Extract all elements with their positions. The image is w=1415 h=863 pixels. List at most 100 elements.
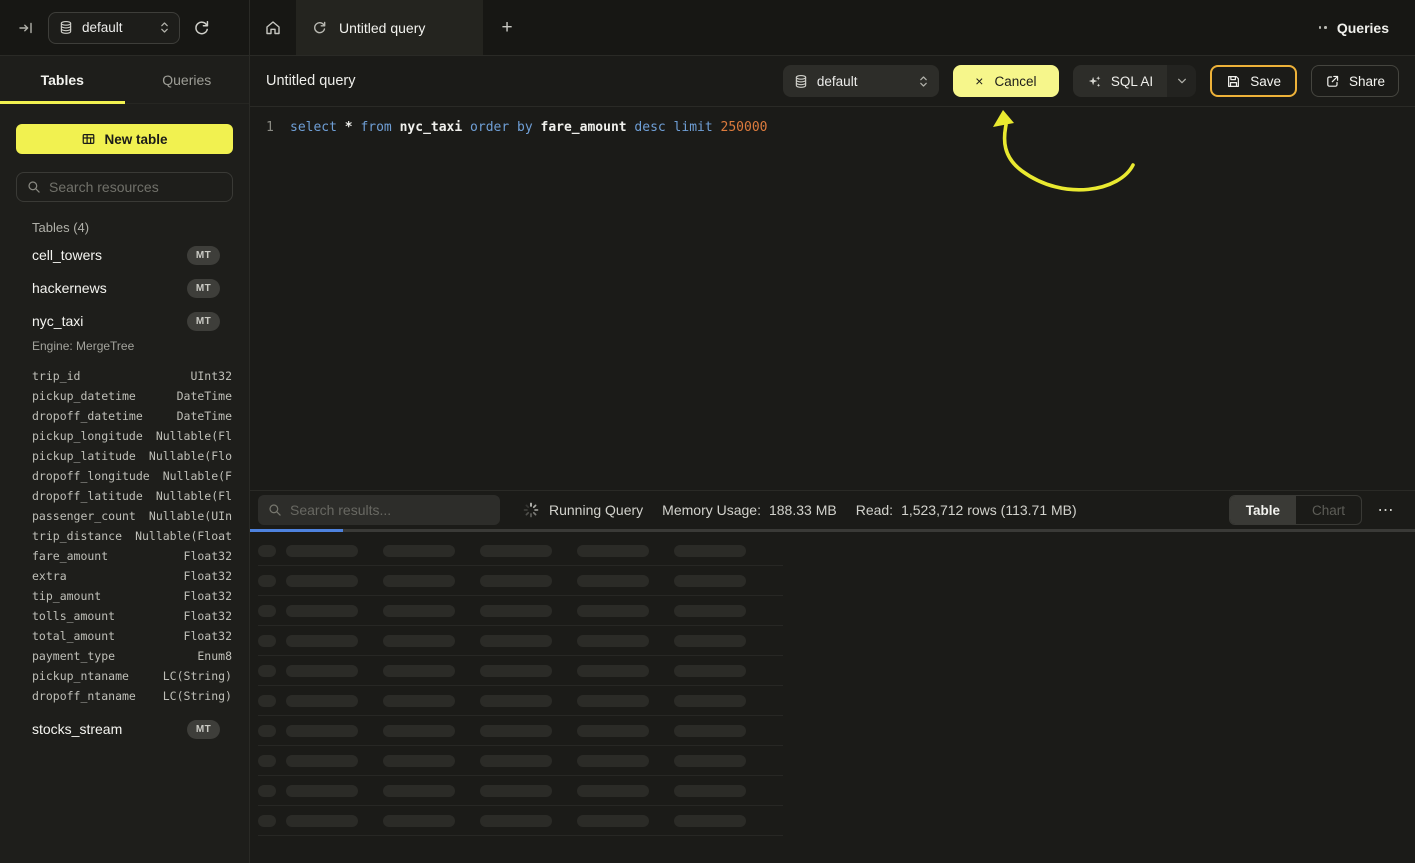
skeleton-row bbox=[258, 806, 783, 836]
skeleton-row bbox=[258, 596, 783, 626]
results-more-button[interactable]: ⋯ bbox=[1373, 500, 1399, 520]
query-progress-bar bbox=[250, 529, 1415, 533]
column-name: extra bbox=[32, 569, 67, 583]
skeleton-cell-small bbox=[258, 665, 276, 677]
mergetree-badge: MT bbox=[187, 246, 220, 265]
results-header: Running Query Memory Usage: 188.33 MB Re… bbox=[250, 490, 1415, 529]
skeleton-cell bbox=[383, 575, 455, 587]
query-status: Running Query bbox=[549, 502, 643, 518]
skeleton-row bbox=[258, 746, 783, 776]
skeleton-cell-small bbox=[258, 785, 276, 797]
skeleton-cell bbox=[383, 755, 455, 767]
column-row: passenger_countNullable(UIn bbox=[32, 506, 232, 526]
database-selector[interactable]: default bbox=[783, 65, 939, 97]
column-name: total_amount bbox=[32, 629, 115, 643]
column-row: pickup_latitudeNullable(Flo bbox=[32, 446, 232, 466]
memory-usage-label: Memory Usage: bbox=[662, 502, 761, 518]
refresh-button[interactable] bbox=[193, 19, 210, 36]
query-toolbar: Untitled query default × Cancel SQL AI bbox=[250, 56, 1415, 107]
column-name: pickup_latitude bbox=[32, 449, 136, 463]
skeleton-cell bbox=[577, 695, 649, 707]
view-toggle-chart[interactable]: Chart bbox=[1296, 496, 1361, 524]
sidebar-collapse-button[interactable] bbox=[18, 20, 34, 36]
sidebar-search bbox=[16, 172, 233, 202]
sidebar-tabs: Tables Queries bbox=[0, 56, 249, 104]
sql-editor[interactable]: 1select * from nyc_taxi order by fare_am… bbox=[250, 107, 1415, 490]
column-type: Nullable(Float bbox=[135, 529, 232, 543]
home-button[interactable] bbox=[250, 0, 296, 55]
skeleton-cell-small bbox=[258, 605, 276, 617]
skeleton-cell-small bbox=[258, 755, 276, 767]
sidebar: Tables Queries New table Tables (4) cell… bbox=[0, 56, 250, 863]
sidebar-collapse-icon bbox=[18, 20, 34, 36]
database-icon bbox=[59, 20, 73, 35]
skeleton-row bbox=[258, 626, 783, 656]
tab-untitled-query[interactable]: Untitled query bbox=[296, 0, 483, 55]
share-button[interactable]: Share bbox=[1311, 65, 1399, 97]
sql-ai-label: SQL AI bbox=[1111, 74, 1153, 89]
skeleton-cell-small bbox=[258, 575, 276, 587]
table-item-nyc-taxi[interactable]: nyc_taxi MT bbox=[32, 311, 220, 331]
skeleton-row bbox=[258, 686, 783, 716]
skeleton-cell bbox=[286, 665, 358, 677]
sql-token-keyword: from bbox=[360, 120, 399, 135]
sql-ai-dropdown[interactable] bbox=[1167, 65, 1196, 97]
skeleton-cell bbox=[480, 575, 552, 587]
skeleton-cell bbox=[577, 605, 649, 617]
skeleton-cell bbox=[383, 605, 455, 617]
column-row: fare_amountFloat32 bbox=[32, 546, 232, 566]
skeleton-cell bbox=[674, 665, 746, 677]
tab-tables[interactable]: Tables bbox=[0, 56, 125, 103]
skeleton-cell bbox=[286, 545, 358, 557]
column-name: pickup_ntaname bbox=[32, 669, 129, 683]
skeleton-cell bbox=[383, 725, 455, 737]
tab-queries[interactable]: Queries bbox=[125, 56, 250, 103]
skeleton-cell bbox=[674, 755, 746, 767]
skeleton-cell-small bbox=[258, 815, 276, 827]
cancel-button[interactable]: × Cancel bbox=[953, 65, 1059, 97]
column-type: Float32 bbox=[184, 549, 232, 563]
skeleton-cell bbox=[383, 635, 455, 647]
sql-token-number: 250000 bbox=[721, 120, 768, 135]
table-name: cell_towers bbox=[32, 247, 102, 263]
column-name: passenger_count bbox=[32, 509, 136, 523]
save-button[interactable]: Save bbox=[1210, 65, 1297, 97]
sql-token-keyword: select bbox=[290, 120, 345, 135]
new-table-label: New table bbox=[104, 132, 167, 147]
new-tab-button[interactable]: + bbox=[483, 0, 531, 55]
column-name: pickup_longitude bbox=[32, 429, 143, 443]
chevron-up-down-icon bbox=[160, 21, 169, 34]
database-selector[interactable]: default bbox=[48, 12, 180, 44]
skeleton-row bbox=[258, 536, 783, 566]
view-toggle-table[interactable]: Table bbox=[1230, 496, 1296, 524]
table-item-stocks-stream[interactable]: stocks_stream MT bbox=[32, 719, 220, 739]
search-icon bbox=[268, 503, 282, 517]
progress-fill bbox=[250, 529, 343, 532]
column-name: pickup_datetime bbox=[32, 389, 136, 403]
results-header-right: Table Chart ⋯ bbox=[1229, 495, 1399, 525]
queries-menu-label: Queries bbox=[1337, 20, 1389, 36]
sql-ai-button[interactable]: SQL AI bbox=[1073, 65, 1196, 97]
column-row: tolls_amountFloat32 bbox=[32, 606, 232, 626]
toolbar-actions: default × Cancel SQL AI bbox=[783, 65, 1399, 97]
cancel-label: Cancel bbox=[994, 74, 1036, 89]
skeleton-cell bbox=[480, 695, 552, 707]
sidebar-search-input[interactable] bbox=[49, 179, 222, 195]
skeleton-cell bbox=[674, 605, 746, 617]
skeleton-cell bbox=[286, 575, 358, 587]
column-row: dropoff_ntanameLC(String) bbox=[32, 686, 232, 706]
results-search-input[interactable] bbox=[290, 502, 490, 518]
column-row: pickup_datetimeDateTime bbox=[32, 386, 232, 406]
close-icon: × bbox=[975, 74, 983, 88]
share-label: Share bbox=[1349, 74, 1385, 89]
table-item-cell-towers[interactable]: cell_towers MT bbox=[32, 245, 220, 265]
skeleton-cell bbox=[480, 815, 552, 827]
skeleton-cell bbox=[480, 545, 552, 557]
new-table-button[interactable]: New table bbox=[16, 124, 233, 154]
results-skeleton bbox=[250, 533, 1415, 863]
mergetree-badge: MT bbox=[187, 720, 220, 739]
queries-menu-button[interactable]: Queries bbox=[1319, 0, 1415, 55]
sparkle-icon bbox=[1087, 74, 1102, 89]
chevron-up-down-icon bbox=[919, 75, 928, 88]
table-item-hackernews[interactable]: hackernews MT bbox=[32, 278, 220, 298]
